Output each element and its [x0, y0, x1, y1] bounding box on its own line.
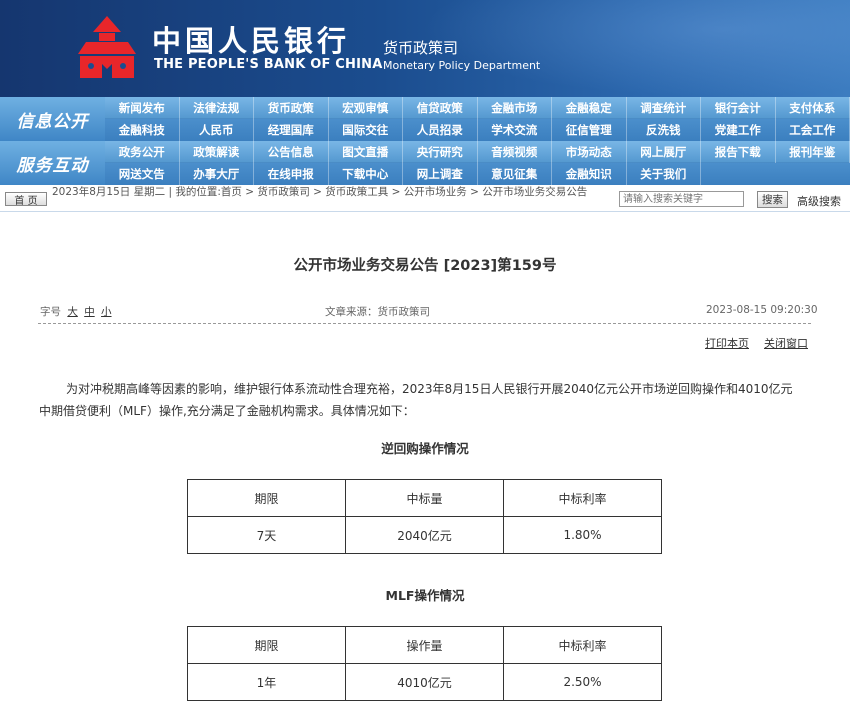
nav-item[interactable]: 银行会计 — [701, 97, 776, 119]
nav-item[interactable]: 学术交流 — [478, 119, 552, 141]
table-cell: 1年 — [187, 663, 346, 701]
nav-item[interactable]: 金融市场 — [478, 97, 552, 119]
font-size-large-link[interactable]: 大 — [67, 306, 78, 318]
nav-item[interactable]: 办事大厅 — [180, 163, 254, 185]
nav-item[interactable]: 市场动态 — [552, 141, 627, 163]
reverse-repo-table: 期限 中标量 中标利率 7天 2040亿元 1.80% — [187, 479, 662, 554]
table-header-row: 期限 中标量 中标利率 — [187, 479, 662, 517]
nav-item[interactable]: 调查统计 — [627, 97, 701, 119]
mlf-section-title: MLF操作情况 — [385, 588, 465, 603]
close-window-link[interactable]: 关闭窗口 — [764, 335, 808, 351]
table-header-cell: 中标利率 — [503, 479, 662, 517]
site-header: 中国人民银行 THE PEOPLE'S BANK OF CHINA 货币政策司 … — [0, 0, 850, 97]
table-cell: 1.80% — [503, 516, 662, 554]
department-name-en: Monetary Policy Department — [383, 59, 541, 72]
nav-item[interactable]: 公告信息 — [254, 141, 329, 163]
table-header-row: 期限 操作量 中标利率 — [187, 626, 662, 664]
mlf-table: 期限 操作量 中标利率 1年 4010亿元 2.50% — [187, 626, 662, 701]
nav-item[interactable]: 网送文告 — [105, 163, 180, 185]
nav-item[interactable]: 意见征集 — [478, 163, 552, 185]
table-header-cell: 操作量 — [345, 626, 504, 664]
nav-item[interactable]: 工会工作 — [776, 119, 850, 141]
font-size-medium-link[interactable]: 中 — [84, 306, 95, 318]
table-cell: 7天 — [187, 516, 346, 554]
nav-item[interactable]: 征信管理 — [552, 119, 627, 141]
nav-item[interactable]: 网上展厅 — [627, 141, 701, 163]
reverse-repo-section-title: 逆回购操作情况 — [381, 441, 469, 456]
nav-item[interactable]: 政策解读 — [180, 141, 254, 163]
nav-item[interactable]: 金融知识 — [552, 163, 627, 185]
nav-item[interactable]: 图文直播 — [329, 141, 403, 163]
article-paragraph-line-2: 中期借贷便利（MLF）操作,充分满足了金融机构需求。具体情况如下： — [39, 404, 415, 418]
article-paragraph-line-1: 为对冲税期高峰等因素的影响，维护银行体系流动性合理充裕，2023年8月15日人民… — [66, 382, 793, 396]
font-size-small-link[interactable]: 小 — [101, 306, 112, 318]
nav-item[interactable]: 央行研究 — [403, 141, 478, 163]
nav-row-4: 网送文告 办事大厅 在线申报 下载中心 网上调查 意见征集 金融知识 关于我们 — [105, 163, 850, 185]
article-datetime: 2023-08-15 09:20:30 — [706, 304, 818, 316]
table-cell: 2040亿元 — [345, 516, 504, 554]
nav-item[interactable]: 金融科技 — [105, 119, 180, 141]
nav-item[interactable]: 网上调查 — [403, 163, 478, 185]
search-button[interactable]: 搜索 — [757, 191, 788, 208]
nav-item[interactable]: 国际交往 — [329, 119, 403, 141]
article-source: 文章来源：货币政策司 — [325, 306, 430, 318]
nav-item[interactable]: 金融稳定 — [552, 97, 627, 119]
home-button[interactable]: 首 页 — [5, 192, 47, 207]
page-title: 公开市场业务交易公告 [2023]第159号 — [293, 258, 557, 274]
nav-item[interactable]: 法律法规 — [180, 97, 254, 119]
table-header-cell: 期限 — [187, 479, 346, 517]
breadcrumb: 2023年8月15日 星期二 | 我的位置:首页 > 货币政策司 > 货币政策工… — [52, 186, 588, 198]
advanced-search-link[interactable]: 高级搜索 — [797, 193, 841, 209]
nav-item[interactable]: 宏观审慎 — [329, 97, 403, 119]
nav-item[interactable]: 货币政策 — [254, 97, 329, 119]
nav-row-1: 新闻发布 法律法规 货币政策 宏观审慎 信贷政策 金融市场 金融稳定 调查统计 银行会计 支付体系 — [105, 97, 850, 119]
department-name-cn: 货币政策司 — [383, 39, 459, 57]
nav-item[interactable]: 人员招录 — [403, 119, 478, 141]
table-header-cell: 中标利率 — [503, 626, 662, 664]
main-navigation: 信息公开 服务互动 新闻发布 法律法规 货币政策 宏观审慎 信贷政策 金融市场 金融稳定 调查… — [0, 97, 850, 185]
nav-row-2: 金融科技 人民币 经理国库 国际交往 人员招录 学术交流 征信管理 反洗钱 党建工作 工会工作 — [105, 119, 850, 141]
nav-item[interactable]: 报刊年鉴 — [776, 141, 850, 163]
table-row: 1年 4010亿元 2.50% — [187, 663, 662, 701]
bank-name-cn: 中国人民银行 — [152, 24, 351, 58]
nav-item[interactable]: 在线申报 — [254, 163, 329, 185]
nav-item[interactable]: 报告下载 — [701, 141, 776, 163]
nav-row-3: 政务公开 政策解读 公告信息 图文直播 央行研究 音频视频 市场动态 网上展厅 报告下载 报刊年鉴 — [105, 141, 850, 163]
nav-item[interactable]: 新闻发布 — [105, 97, 180, 119]
nav-item[interactable]: 音频视频 — [478, 141, 552, 163]
nav-item[interactable]: 下载中心 — [329, 163, 403, 185]
table-row: 7天 2040亿元 1.80% — [187, 516, 662, 554]
nav-item[interactable]: 党建工作 — [701, 119, 776, 141]
divider — [38, 323, 811, 324]
nav-item[interactable]: 人民币 — [180, 119, 254, 141]
bank-name-en: THE PEOPLE'S BANK OF CHINA — [154, 57, 383, 72]
nav-item[interactable]: 经理国库 — [254, 119, 329, 141]
table-cell: 2.50% — [503, 663, 662, 701]
nav-item[interactable]: 关于我们 — [627, 163, 701, 185]
nav-item[interactable]: 支付体系 — [776, 97, 850, 119]
nav-section-service-interaction[interactable]: 服务互动 — [0, 141, 105, 185]
table-header-cell: 中标量 — [345, 479, 504, 517]
nav-item[interactable]: 反洗钱 — [627, 119, 701, 141]
font-size-label: 字号 — [40, 306, 61, 318]
header-glow — [420, 0, 850, 97]
pboc-logo-icon[interactable] — [76, 14, 138, 80]
font-size-controls: 字号 大 中 小 — [40, 304, 112, 319]
print-page-link[interactable]: 打印本页 — [705, 335, 749, 351]
nav-item[interactable]: 信贷政策 — [403, 97, 478, 119]
nav-section-info-disclosure[interactable]: 信息公开 — [0, 97, 105, 141]
table-cell: 4010亿元 — [345, 663, 504, 701]
article-paragraph: 为对冲税期高峰等因素的影响，维护银行体系流动性合理充裕，2023年8月15日人民… — [39, 378, 826, 422]
table-header-cell: 期限 — [187, 626, 346, 664]
search-input[interactable] — [619, 191, 744, 207]
nav-item[interactable]: 政务公开 — [105, 141, 180, 163]
